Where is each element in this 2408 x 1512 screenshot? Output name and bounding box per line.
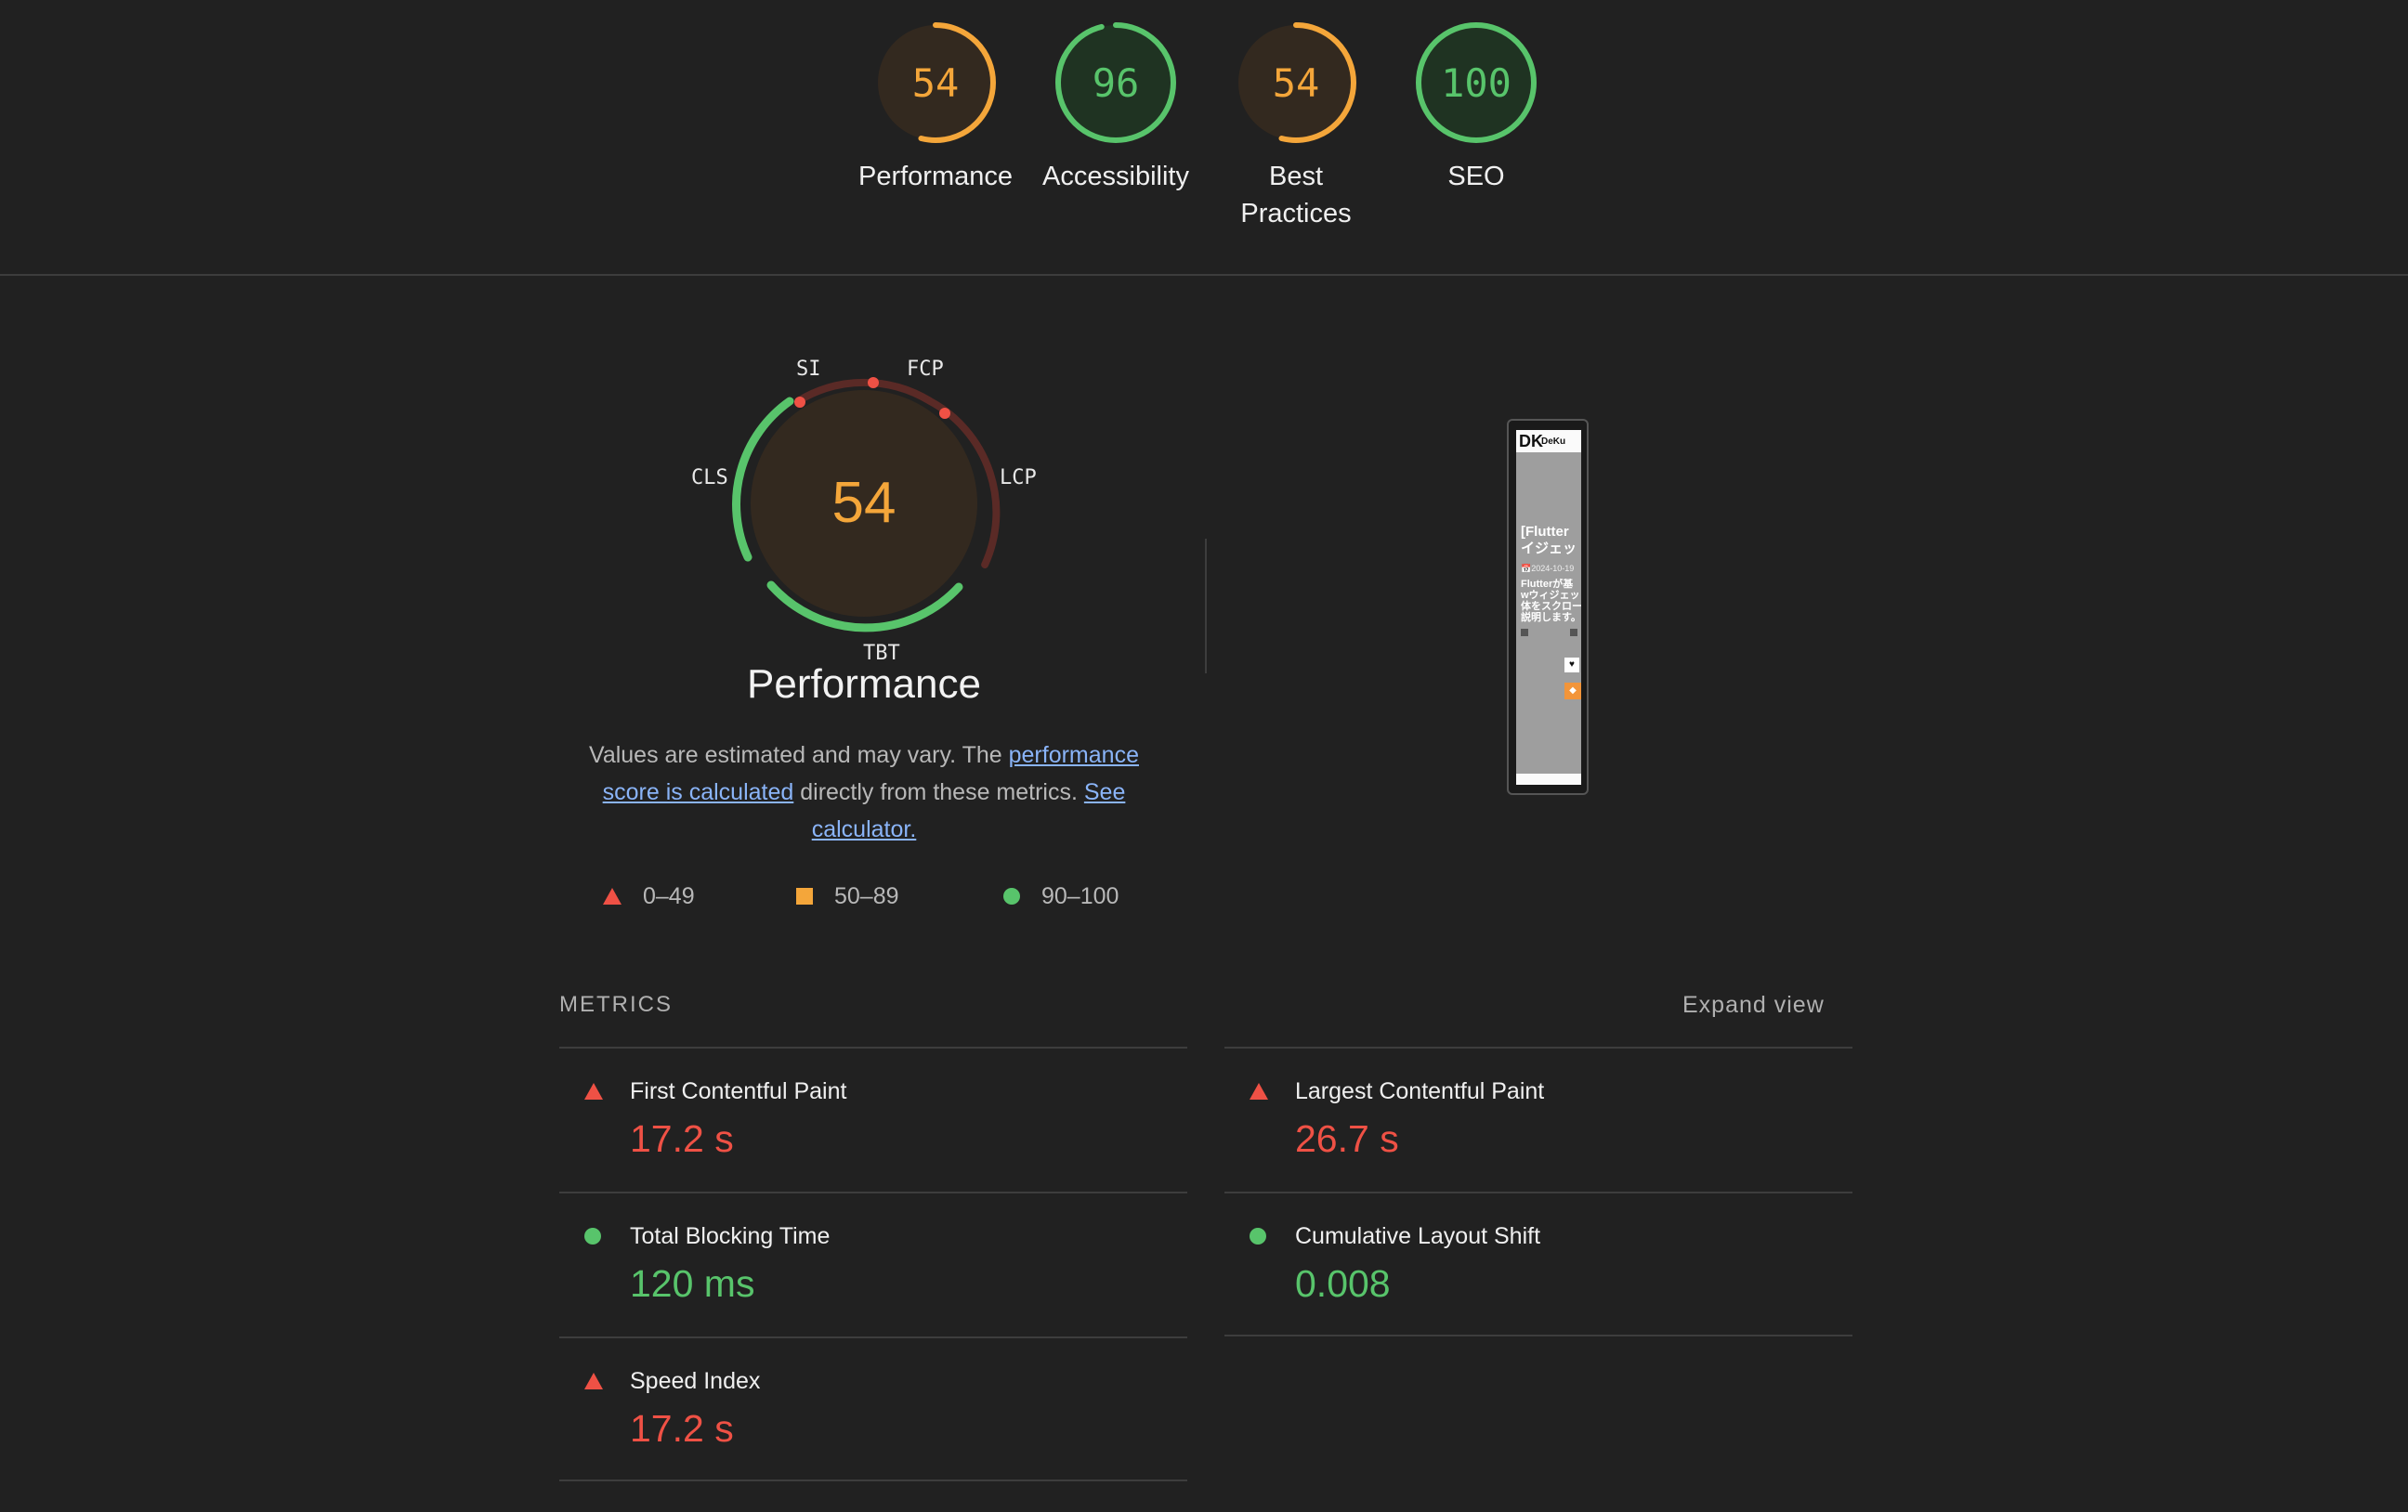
gauge-performance[interactable]: 54 Performance bbox=[847, 20, 1024, 195]
screenshot-block bbox=[1570, 629, 1577, 636]
description-prefix: Values are estimated and may vary. The bbox=[589, 742, 1009, 768]
gauge-seo[interactable]: 100 SEO bbox=[1388, 20, 1564, 195]
metric-tbt-value: 120 ms bbox=[630, 1262, 755, 1305]
screenshot-logo: DK bbox=[1519, 432, 1543, 450]
triangle-icon bbox=[603, 888, 622, 905]
metric-fcp[interactable]: First Contentful Paint 17.2 s bbox=[559, 1047, 1187, 1192]
performance-title: Performance bbox=[747, 661, 981, 707]
legend-pass-label: 90–100 bbox=[1041, 882, 1119, 909]
section-divider bbox=[1205, 539, 1207, 673]
circle-icon bbox=[1250, 1228, 1266, 1245]
gauge-best-practices-score: 54 bbox=[1273, 60, 1320, 106]
legend-pass: 90–100 bbox=[1002, 880, 1119, 912]
gauge-accessibility-label: Accessibility bbox=[1042, 162, 1189, 191]
metric-lcp[interactable]: Largest Contentful Paint 26.7 s bbox=[1224, 1047, 1852, 1192]
gauge-label-si: SI bbox=[796, 358, 821, 381]
triangle-icon bbox=[1250, 1083, 1268, 1100]
metric-si[interactable]: Speed Index 17.2 s bbox=[559, 1336, 1187, 1481]
metric-lcp-value: 26.7 s bbox=[1295, 1117, 1399, 1160]
legend-average-label: 50–89 bbox=[834, 882, 899, 909]
category-summary: 54 Performance 96 Accessibility 54 Best … bbox=[0, 0, 2408, 276]
gauge-seo-label: SEO bbox=[1447, 162, 1505, 191]
performance-gauge: 54 SI FCP LCP CLS TBT bbox=[678, 344, 1050, 678]
performance-description: Values are estimated and may vary. The p… bbox=[576, 736, 1152, 848]
metric-cls-name: Cumulative Layout Shift bbox=[1295, 1223, 1541, 1249]
legend-fail: 0–49 bbox=[602, 880, 695, 912]
screenshot-header: DK DeKu bbox=[1516, 430, 1581, 452]
square-icon bbox=[796, 888, 813, 905]
gauge-best-practices-ring: 54 bbox=[1236, 22, 1356, 143]
gauge-performance-label: Performance bbox=[857, 162, 1013, 191]
screenshot-footer bbox=[1516, 774, 1581, 785]
gauge-accessibility-score: 96 bbox=[1093, 60, 1140, 106]
gauge-accessibility-ring: 96 bbox=[1055, 22, 1176, 143]
metric-tbt[interactable]: Total Blocking Time 120 ms bbox=[559, 1192, 1187, 1336]
circle-icon bbox=[1003, 888, 1020, 905]
metric-fcp-name: First Contentful Paint bbox=[630, 1078, 847, 1104]
gauge-performance-score: 54 bbox=[912, 60, 960, 106]
metric-si-value: 17.2 s bbox=[630, 1407, 734, 1450]
expand-view-button[interactable]: Expand view bbox=[1682, 992, 1825, 1019]
legend-average: 50–89 bbox=[795, 880, 899, 912]
gauge-label-lcp: LCP bbox=[1000, 466, 1037, 489]
performance-score: 54 bbox=[832, 471, 896, 535]
screenshot-body: Flutterが基 wウィジェッ 体をスクロー 説明します。 bbox=[1521, 579, 1581, 623]
gauge-performance-ring: 54 bbox=[875, 22, 996, 143]
screenshot-heart-icon: ♥ bbox=[1564, 658, 1579, 672]
metric-fcp-value: 17.2 s bbox=[630, 1117, 734, 1160]
screenshot-title: [Flutter イジェッ bbox=[1521, 524, 1577, 556]
description-mid: directly from these metrics. bbox=[793, 779, 1084, 805]
gauge-accessibility[interactable]: 96 Accessibility bbox=[1027, 20, 1204, 195]
screenshot-date: 📅2024-10-19 bbox=[1521, 564, 1575, 573]
final-screenshot[interactable]: DK DeKu [Flutter イジェッ 📅2024-10-19 Flutte… bbox=[1507, 419, 1589, 795]
circle-icon bbox=[584, 1228, 601, 1245]
metrics-heading: METRICS bbox=[559, 992, 673, 1017]
legend-fail-label: 0–49 bbox=[643, 882, 695, 909]
metric-lcp-name: Largest Contentful Paint bbox=[1295, 1078, 1545, 1104]
gauge-best-practices-label: Best Practices bbox=[1240, 162, 1352, 228]
screenshot-brand: DeKu bbox=[1541, 437, 1566, 447]
metric-tbt-name: Total Blocking Time bbox=[630, 1223, 831, 1249]
gauge-best-practices[interactable]: 54 Best Practices bbox=[1208, 20, 1384, 232]
screenshot-screen: DK DeKu [Flutter イジェッ 📅2024-10-19 Flutte… bbox=[1516, 430, 1581, 785]
screenshot-share-icon: ◆ bbox=[1564, 683, 1581, 699]
gauge-seo-ring: 100 bbox=[1416, 22, 1537, 143]
metric-cls-value: 0.008 bbox=[1295, 1262, 1391, 1305]
gauge-label-fcp: FCP bbox=[907, 358, 944, 381]
gauge-label-cls: CLS bbox=[691, 466, 728, 489]
screenshot-block bbox=[1521, 629, 1528, 636]
triangle-icon bbox=[584, 1083, 603, 1100]
triangle-icon bbox=[584, 1373, 603, 1389]
performance-gauge-ring: 54 bbox=[732, 377, 1001, 632]
gauge-seo-score: 100 bbox=[1441, 60, 1512, 106]
metric-cls[interactable]: Cumulative Layout Shift 0.008 bbox=[1224, 1192, 1852, 1336]
metric-si-name: Speed Index bbox=[630, 1368, 761, 1394]
